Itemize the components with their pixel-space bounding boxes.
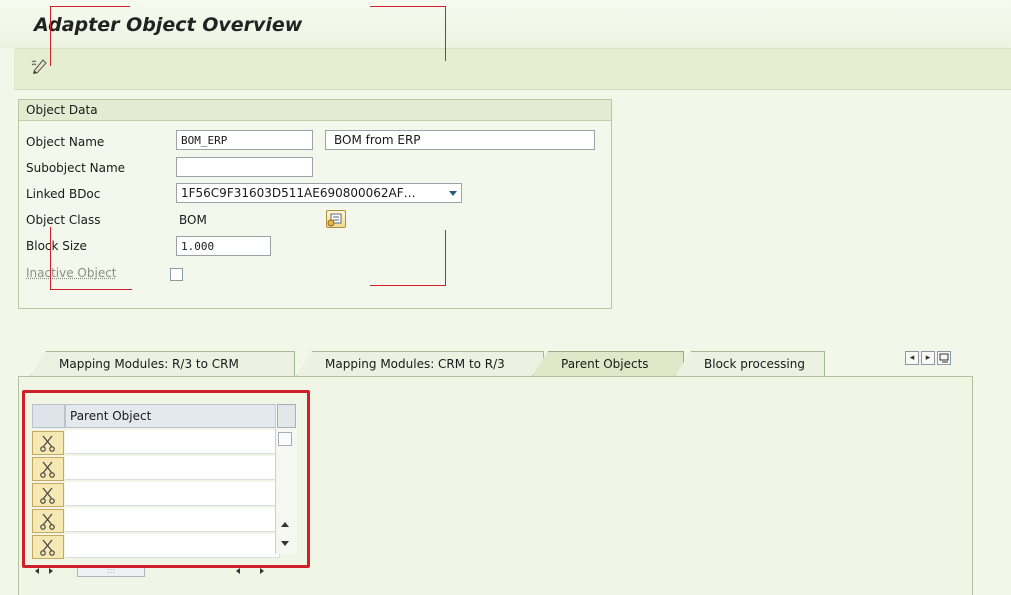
inactive-object-label: Inactive Object [26, 266, 117, 280]
object-description-field[interactable] [325, 130, 595, 150]
tab-label: Mapping Modules: R/3 to CRM [59, 357, 239, 371]
tab-block-processing[interactable]: Block processing [675, 351, 825, 376]
object-class-label: Object Class [26, 213, 101, 227]
details-icon [327, 213, 342, 227]
title-bar: Adapter Object Overview [0, 0, 1011, 48]
object-class-details-button[interactable] [326, 210, 346, 228]
tab-parent-objects[interactable]: Parent Objects [532, 351, 684, 376]
tab-label: Mapping Modules: CRM to R/3 [325, 357, 505, 371]
annotation-line [445, 6, 446, 61]
tab-list-icon [939, 353, 949, 363]
tab-mapping-r3-to-crm[interactable]: Mapping Modules: R/3 to CRM [30, 351, 295, 376]
group-header: Object Data [19, 100, 611, 121]
annotation-line [370, 6, 445, 7]
object-name-label: Object Name [26, 135, 105, 149]
page-title: Adapter Object Overview [34, 14, 303, 36]
application-toolbar [14, 48, 1011, 90]
inactive-object-checkbox[interactable] [170, 268, 183, 281]
block-size-field[interactable] [176, 236, 271, 256]
annotation-line [50, 6, 51, 66]
annotation-line [50, 289, 132, 290]
scroll-right-icon[interactable] [260, 568, 264, 574]
object-name-field[interactable] [176, 130, 313, 150]
object-class-value: BOM [179, 213, 207, 227]
annotation-line [50, 227, 51, 289]
tab-scroll-left-button[interactable]: ◂ [905, 351, 919, 365]
tab-label: Parent Objects [561, 357, 649, 371]
object-data-group: Object Data Object Name Subobject Name L… [18, 99, 612, 309]
highlight-box [22, 390, 310, 568]
linked-bdoc-dropdown[interactable]: 1F56C9F31603D511AE690800062AF… [176, 183, 462, 203]
linked-bdoc-value: 1F56C9F31603D511AE690800062AF… [181, 186, 416, 200]
group-title: Object Data [26, 103, 98, 117]
display-change-icon[interactable] [30, 56, 50, 76]
subobject-name-field[interactable] [176, 157, 313, 177]
subobject-name-label: Subobject Name [26, 161, 126, 175]
tab-mapping-crm-to-r3[interactable]: Mapping Modules: CRM to R/3 [296, 351, 544, 376]
chevron-down-icon[interactable] [449, 191, 457, 196]
annotation-line [445, 230, 446, 285]
tab-strip: Mapping Modules: R/3 to CRM Mapping Modu… [30, 351, 830, 377]
tab-scroll-right-button[interactable]: ▸ [921, 351, 935, 365]
linked-bdoc-label: Linked BDoc [26, 187, 101, 201]
annotation-line [50, 6, 130, 7]
scroll-left-icon[interactable] [35, 568, 39, 574]
annotation-line [370, 285, 446, 286]
tab-label: Block processing [704, 357, 805, 371]
scroll-right-icon[interactable] [49, 568, 53, 574]
tab-list-button[interactable] [937, 351, 951, 365]
block-size-label: Block Size [26, 239, 87, 253]
scroll-left-icon[interactable] [236, 568, 240, 574]
